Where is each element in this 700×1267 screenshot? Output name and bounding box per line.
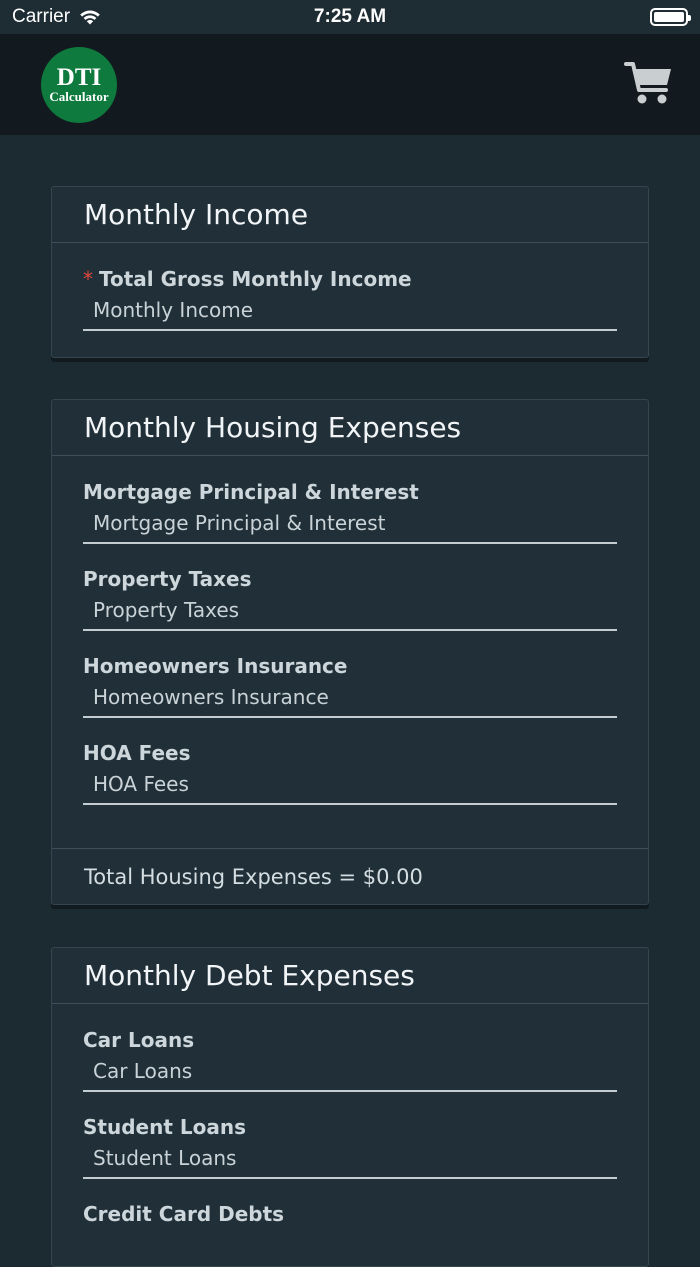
hoa-fees-field: HOA Fees xyxy=(83,741,617,805)
wifi-icon xyxy=(80,10,100,25)
gross-income-input[interactable] xyxy=(83,291,617,331)
gross-income-field: * Total Gross Monthly Income xyxy=(83,267,617,331)
hoa-fees-label: HOA Fees xyxy=(83,741,191,765)
housing-card-title: Monthly Housing Expenses xyxy=(52,400,648,456)
income-card: Monthly Income * Total Gross Monthly Inc… xyxy=(51,186,649,358)
mortgage-field: Mortgage Principal & Interest xyxy=(83,480,617,544)
car-loans-field: Car Loans xyxy=(83,1028,617,1092)
car-loans-input[interactable] xyxy=(83,1052,617,1092)
income-card-title: Monthly Income xyxy=(52,187,648,243)
debt-card: Monthly Debt Expenses Car Loans Student … xyxy=(51,947,649,1267)
student-loans-input[interactable] xyxy=(83,1139,617,1179)
housing-card: Monthly Housing Expenses Mortgage Princi… xyxy=(51,399,649,905)
total-housing-expenses: Total Housing Expenses = $0.00 xyxy=(52,848,648,904)
mortgage-label: Mortgage Principal & Interest xyxy=(83,480,419,504)
gross-income-label-text: Total Gross Monthly Income xyxy=(99,267,412,291)
carrier-label: Carrier xyxy=(12,6,71,27)
app-logo[interactable]: DTI Calculator xyxy=(41,47,117,123)
homeowners-insurance-input[interactable] xyxy=(83,678,617,718)
battery-icon xyxy=(650,8,691,26)
student-loans-field: Student Loans xyxy=(83,1115,617,1179)
logo-title: DTI xyxy=(56,64,102,91)
property-taxes-field: Property Taxes xyxy=(83,567,617,631)
property-taxes-input[interactable] xyxy=(83,591,617,631)
status-time: 7:25 AM xyxy=(313,6,387,27)
homeowners-insurance-label: Homeowners Insurance xyxy=(83,654,348,678)
shopping-cart-icon[interactable] xyxy=(624,60,674,108)
carrier-group: Carrier xyxy=(12,6,102,28)
credit-card-debts-field: Credit Card Debts xyxy=(83,1202,617,1226)
student-loans-label: Student Loans xyxy=(83,1115,246,1139)
required-marker: * xyxy=(83,267,93,291)
app-header: DTI Calculator xyxy=(0,34,700,135)
property-taxes-label: Property Taxes xyxy=(83,567,252,591)
status-bar: Carrier 7:25 AM xyxy=(0,0,700,34)
logo-subtitle: Calculator xyxy=(49,89,109,104)
mortgage-input[interactable] xyxy=(83,504,617,544)
car-loans-label: Car Loans xyxy=(83,1028,195,1052)
credit-card-debts-label: Credit Card Debts xyxy=(83,1202,285,1226)
gross-income-label: * Total Gross Monthly Income xyxy=(83,267,617,291)
debt-card-title: Monthly Debt Expenses xyxy=(52,948,648,1004)
hoa-fees-input[interactable] xyxy=(83,765,617,805)
homeowners-insurance-field: Homeowners Insurance xyxy=(83,654,617,718)
